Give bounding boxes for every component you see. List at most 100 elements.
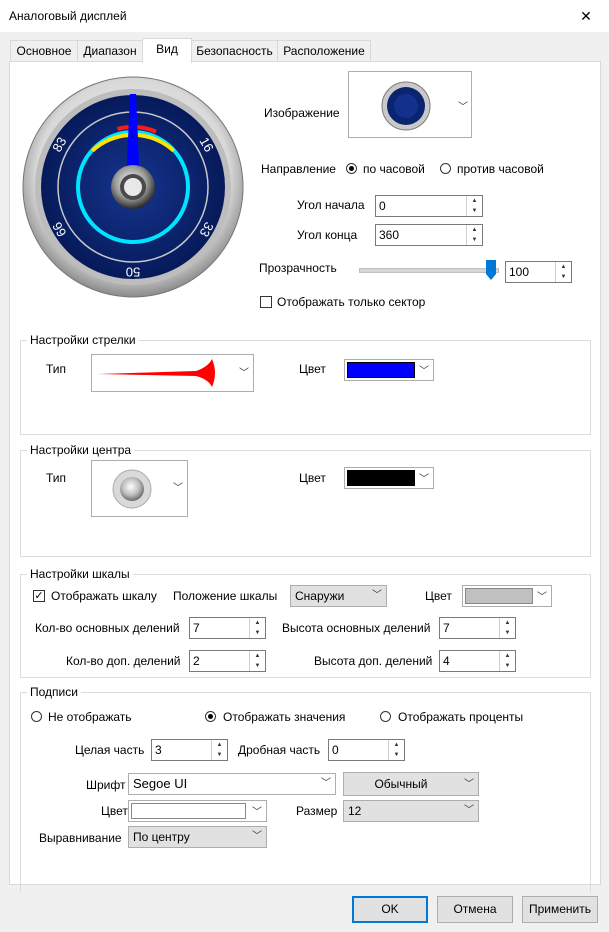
major-count-label: Кол-во основных делений xyxy=(35,621,180,635)
scale-settings-title: Настройки шкалы xyxy=(27,567,133,581)
label-color-label: Цвет xyxy=(101,804,128,818)
labels-values-radio[interactable] xyxy=(205,711,216,722)
labels-percent-radio[interactable] xyxy=(380,711,391,722)
font-size-select[interactable]: 12 ﹀ xyxy=(343,800,479,822)
cancel-button[interactable]: Отмена xyxy=(437,896,513,923)
chevron-down-icon: ﹀ xyxy=(464,779,474,790)
major-height-label: Высота основных делений xyxy=(282,621,431,635)
start-angle-stepper[interactable]: ▲ ▼ xyxy=(466,196,482,216)
font-size-value: 12 xyxy=(348,804,362,818)
scale-color-selector[interactable]: ﹀ xyxy=(462,585,552,607)
labels-none-label: Не отображать xyxy=(48,710,132,724)
end-angle-value: 360 xyxy=(379,228,400,242)
minor-count-input[interactable]: 2 ▲ ▼ xyxy=(189,650,266,672)
direction-counterclockwise-label: против часовой xyxy=(457,162,544,176)
direction-counterclockwise-radio[interactable] xyxy=(440,163,451,174)
labels-group: Подписи Не отображать Отображать значени… xyxy=(20,685,591,892)
show-scale-checkbox[interactable]: ✓ xyxy=(33,590,45,602)
minor-height-value: 4 xyxy=(443,654,450,668)
chevron-down-icon: ﹀ xyxy=(239,368,249,379)
alignment-label: Выравнивание xyxy=(39,831,122,845)
major-count-stepper[interactable]: ▲ ▼ xyxy=(249,618,265,638)
fraction-part-label: Дробная часть xyxy=(238,743,321,757)
needle-preview xyxy=(98,359,215,387)
fraction-part-input[interactable]: 0 ▲ ▼ xyxy=(328,739,405,761)
tab-range[interactable]: Диапазон xyxy=(77,40,143,61)
tab-layout[interactable]: Расположение xyxy=(277,40,371,61)
center-color-selector[interactable]: ﹀ xyxy=(344,467,434,489)
major-count-input[interactable]: 7 ▲ ▼ xyxy=(189,617,266,639)
direction-clockwise-label: по часовой xyxy=(363,162,425,176)
center-type-label: Тип xyxy=(46,471,67,485)
scale-color-label: Цвет xyxy=(425,589,452,603)
center-type-selector[interactable]: ﹀ xyxy=(91,460,188,517)
integer-part-value: 3 xyxy=(155,743,162,757)
tab-view[interactable]: Вид xyxy=(142,38,192,63)
chevron-down-icon: ﹀ xyxy=(419,474,429,485)
minor-count-stepper[interactable]: ▲ ▼ xyxy=(249,651,265,671)
needle-color-selector[interactable]: ﹀ xyxy=(344,359,434,381)
font-select[interactable]: Segoe UI ﹀ xyxy=(128,773,336,795)
sector-only-label: Отображать только сектор xyxy=(277,295,426,309)
scale-color-swatch xyxy=(465,588,533,604)
end-angle-stepper[interactable]: ▲ ▼ xyxy=(466,225,482,245)
image-label: Изображение xyxy=(264,106,340,120)
needle-type-selector[interactable]: ﹀ xyxy=(91,354,254,392)
tab-basic[interactable]: Основное xyxy=(10,40,78,61)
chevron-down-icon: ﹀ xyxy=(252,831,262,842)
labels-values-label: Отображать значения xyxy=(223,710,346,724)
direction-clockwise-radio[interactable] xyxy=(346,163,357,174)
opacity-slider-track[interactable] xyxy=(359,260,499,280)
tab-security[interactable]: Безопасность xyxy=(191,40,278,61)
integer-part-input[interactable]: 3 ▲ ▼ xyxy=(151,739,228,761)
labels-group-title: Подписи xyxy=(27,685,81,699)
chevron-down-icon: ﹀ xyxy=(458,102,468,113)
center-color-label: Цвет xyxy=(299,471,326,485)
ok-button[interactable]: OK xyxy=(352,896,428,923)
gauge-svg: 01633506683 xyxy=(22,76,244,298)
needle-type-label: Тип xyxy=(46,362,67,376)
labels-none-radio[interactable] xyxy=(31,711,42,722)
integer-part-stepper[interactable]: ▲ ▼ xyxy=(211,740,227,760)
scale-settings-group: Настройки шкалы ✓ Отображать шкалу Полож… xyxy=(20,567,591,678)
fraction-part-stepper[interactable]: ▲ ▼ xyxy=(388,740,404,760)
start-angle-label: Угол начала xyxy=(297,198,365,212)
minor-height-input[interactable]: 4 ▲ ▼ xyxy=(439,650,516,672)
font-value: Segoe UI xyxy=(133,776,188,791)
opacity-label: Прозрачность xyxy=(259,261,337,275)
show-scale-label: Отображать шкалу xyxy=(51,589,157,603)
major-height-input[interactable]: 7 ▲ ▼ xyxy=(439,617,516,639)
font-label: Шрифт xyxy=(86,778,126,792)
alignment-select[interactable]: По центру ﹀ xyxy=(128,826,267,848)
major-height-value: 7 xyxy=(443,621,450,635)
needle-color-swatch xyxy=(347,362,415,378)
opacity-slider-thumb[interactable] xyxy=(486,260,496,280)
window-title: Аналоговый дисплей xyxy=(9,9,127,23)
major-height-stepper[interactable]: ▲ ▼ xyxy=(499,618,515,638)
close-icon[interactable]: ✕ xyxy=(563,0,609,32)
end-angle-input[interactable]: 360 ▲ ▼ xyxy=(375,224,483,246)
chevron-down-icon: ﹀ xyxy=(537,592,547,603)
center-settings-group: Настройки центра Тип ﹀ Цвет ﹀ xyxy=(20,443,591,557)
needle-settings-group: Настройки стрелки Тип ﹀ Цвет ﹀ xyxy=(20,333,591,435)
integer-part-label: Целая часть xyxy=(75,743,145,757)
minor-height-stepper[interactable]: ▲ ▼ xyxy=(499,651,515,671)
opacity-input[interactable]: 100 ▲ ▼ xyxy=(505,261,572,283)
chevron-down-icon: ﹀ xyxy=(252,807,262,818)
center-color-swatch xyxy=(347,470,415,486)
gauge-image-thumb xyxy=(381,81,431,131)
opacity-value: 100 xyxy=(509,265,530,279)
view-tab-panel: 01633506683 Изображение ﹀ Направление по… xyxy=(9,61,601,892)
apply-button[interactable]: Применить xyxy=(522,896,598,923)
gauge-scale-label: 50 xyxy=(126,265,140,280)
scale-position-select[interactable]: Снаружи ﹀ xyxy=(290,585,387,607)
opacity-stepper[interactable]: ▲ ▼ xyxy=(555,262,571,282)
chevron-down-icon: ﹀ xyxy=(419,366,429,377)
label-color-selector[interactable]: ﹀ xyxy=(128,800,267,822)
image-selector[interactable]: ﹀ xyxy=(348,71,472,138)
labels-percent-label: Отображать проценты xyxy=(398,710,524,724)
sector-only-checkbox[interactable] xyxy=(260,296,272,308)
start-angle-input[interactable]: 0 ▲ ▼ xyxy=(375,195,483,217)
font-style-select[interactable]: Обычный ﹀ xyxy=(343,772,479,796)
direction-label: Направление xyxy=(261,162,336,176)
